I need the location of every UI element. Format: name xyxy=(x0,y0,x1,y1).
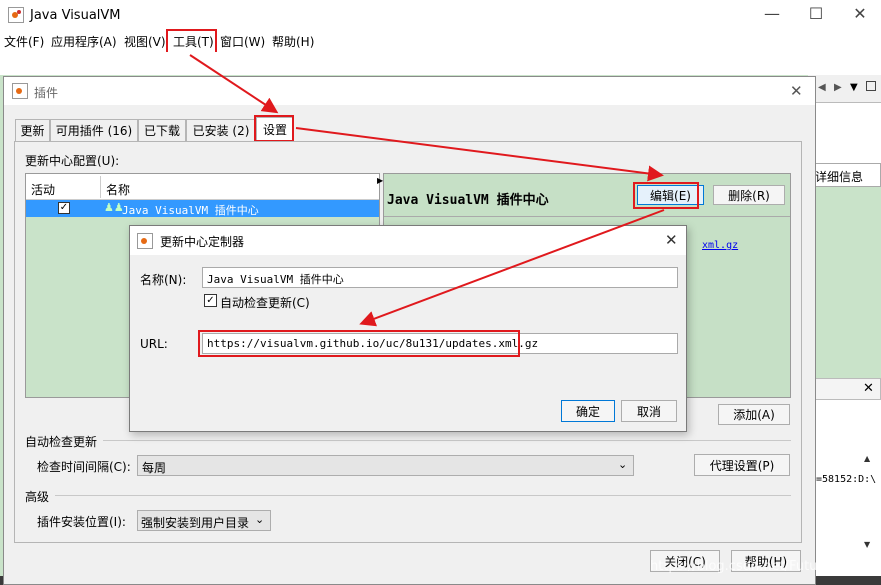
arrow-tools-to-settings xyxy=(189,54,279,114)
arrow-edit-to-url xyxy=(359,209,665,327)
arrow-settings-to-edit xyxy=(295,127,664,182)
annotation-arrows xyxy=(189,54,665,327)
